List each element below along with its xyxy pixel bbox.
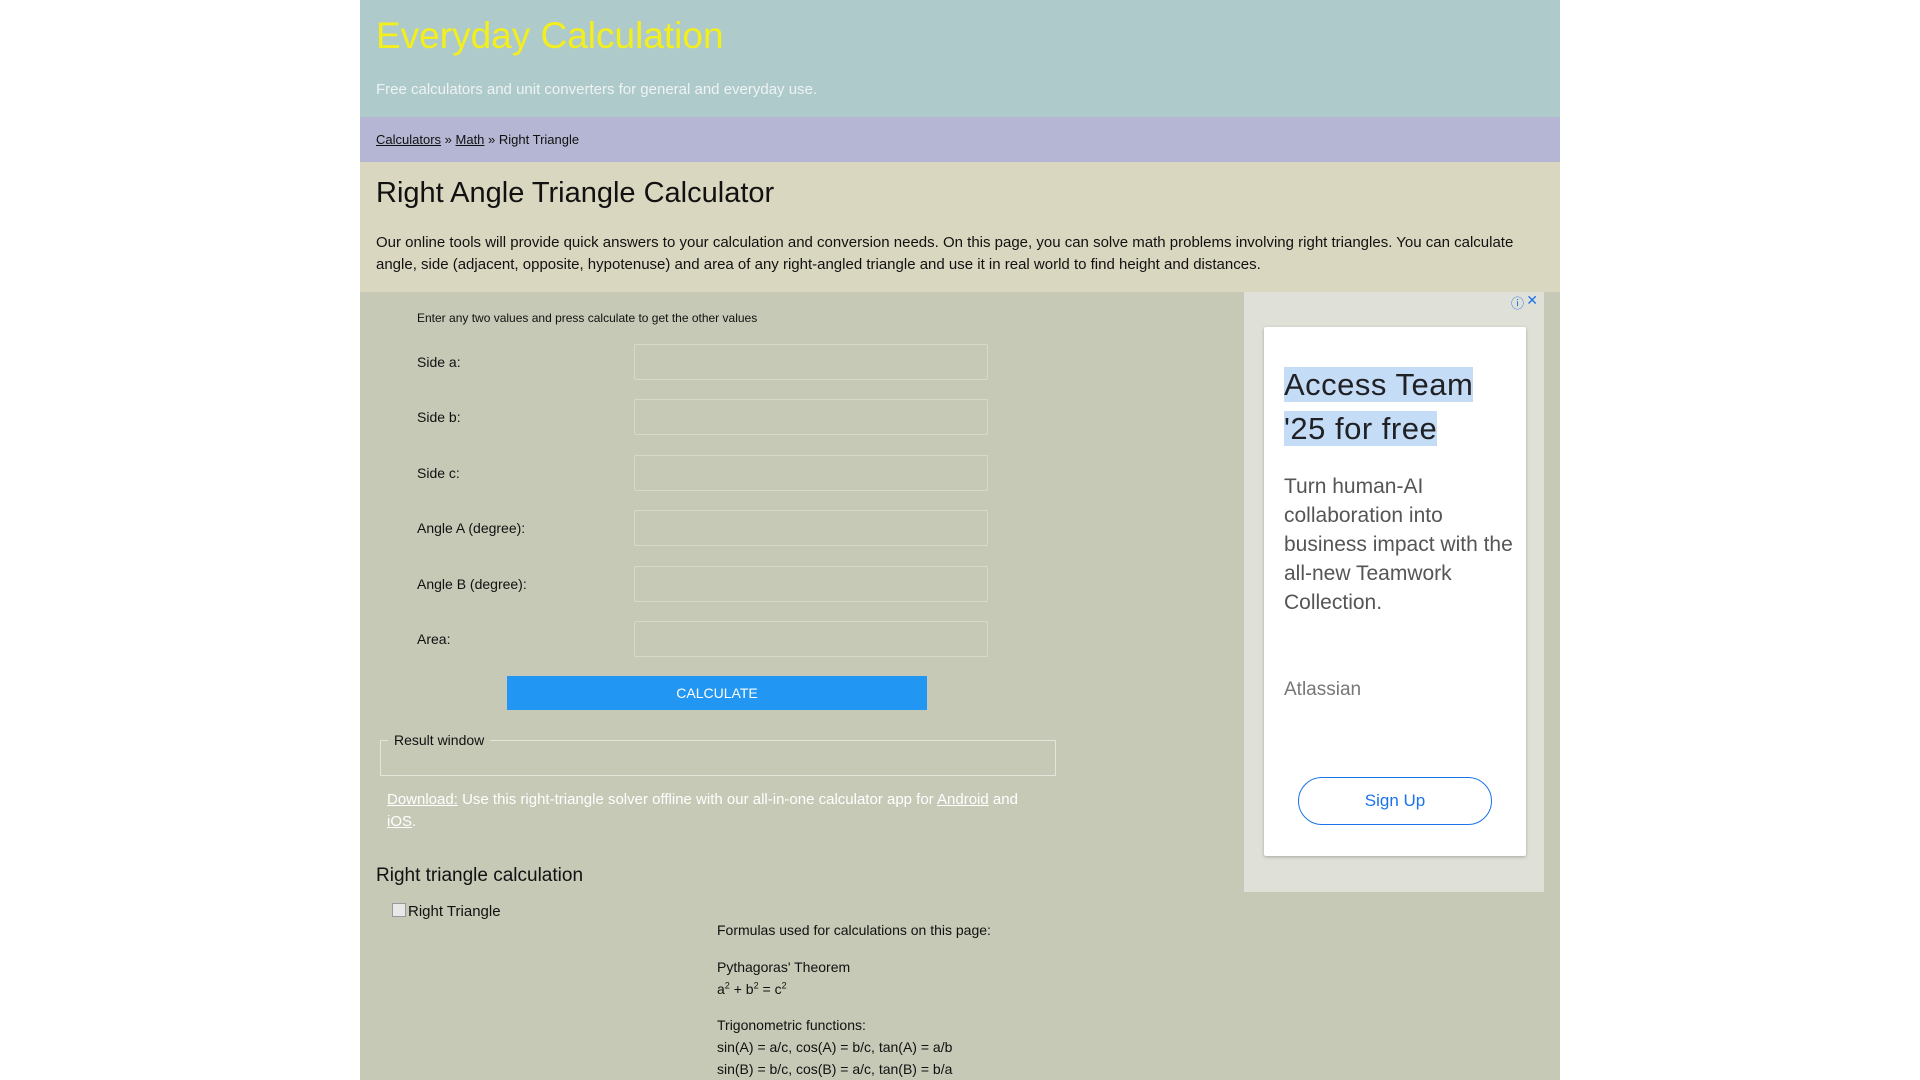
ad-card[interactable]: Access Team '25 for free Turn human-AI c… [1264, 327, 1526, 856]
angle-a-label: Angle A (degree): [417, 520, 526, 536]
site-tagline: Free calculators and unit converters for… [376, 81, 818, 98]
ad-close-icon[interactable]: ✕ [1526, 292, 1538, 309]
pythagoras-title: Pythagoras' Theorem [717, 959, 851, 975]
ad-advertiser: Atlassian [1284, 679, 1362, 700]
download-text: Use this right-triangle solver offline w… [462, 791, 934, 808]
ad-signup-button[interactable]: Sign Up [1298, 777, 1492, 825]
side-a-input[interactable] [634, 344, 988, 380]
side-b-label: Side b: [417, 409, 461, 425]
page-title: Right Angle Triangle Calculator [376, 177, 775, 209]
calculate-button[interactable]: CALCULATE [507, 676, 927, 710]
result-window-legend: Result window [388, 732, 491, 748]
intro-section: Right Angle Triangle Calculator Our onli… [360, 162, 1560, 292]
side-a-label: Side a: [417, 354, 461, 370]
angle-b-label: Angle B (degree): [417, 576, 527, 592]
trig-title: Trigonometric functions: [717, 1017, 866, 1033]
trig-formula-b: sin(B) = b/c, cos(B) = a/c, tan(B) = b/a [717, 1061, 953, 1077]
trig-formula-a: sin(A) = a/c, cos(A) = b/c, tan(A) = a/b [717, 1039, 953, 1055]
right-triangle-image: Right Triangle [392, 903, 501, 920]
area-label: Area: [417, 631, 451, 647]
download-link[interactable]: Download: [387, 791, 458, 808]
ios-link[interactable]: iOS [387, 813, 412, 830]
breadcrumb-separator: » [488, 132, 496, 147]
angle-b-input[interactable] [634, 566, 988, 602]
area-input[interactable] [634, 621, 988, 657]
advertisement: ⓘ ✕ Access Team '25 for free Turn human-… [1244, 292, 1544, 892]
ad-info-icon[interactable]: ⓘ [1511, 293, 1524, 312]
site-header: Everyday Calculation Free calculators an… [360, 0, 1560, 117]
pythagoras-formula: a2 + b2 = c2 [717, 980, 787, 997]
formulas-intro: Formulas used for calculations on this p… [717, 922, 991, 938]
side-b-input[interactable] [634, 399, 988, 435]
breadcrumb-current: Right Triangle [498, 132, 580, 147]
site-title[interactable]: Everyday Calculation [376, 15, 724, 57]
breadcrumb-bar: Calculators » Math » Right Triangle [360, 117, 1560, 162]
side-c-input[interactable] [634, 455, 988, 491]
side-c-label: Side c: [417, 465, 460, 481]
intro-text: Our online tools will provide quick answ… [376, 234, 1514, 273]
breadcrumb: Calculators » Math » Right Triangle [376, 132, 579, 147]
ad-body: Turn human-AI collaboration into busines… [1284, 475, 1513, 614]
download-end-text: . [412, 813, 417, 830]
breadcrumb-link-math[interactable]: Math [456, 132, 485, 147]
image-alt-text: Right Triangle [408, 903, 501, 920]
breadcrumb-link-calculators[interactable]: Calculators [376, 132, 441, 147]
formulas-section: Formulas used for calculations on this p… [717, 919, 991, 1080]
broken-image-icon [392, 903, 406, 917]
android-link[interactable]: Android [937, 791, 989, 808]
download-and-text: and [992, 791, 1018, 808]
angle-a-input[interactable] [634, 510, 988, 546]
page-container: Everyday Calculation Free calculators an… [360, 0, 1560, 1080]
calculator-instruction: Enter any two values and press calculate… [417, 311, 758, 325]
section-heading: Right triangle calculation [376, 865, 584, 886]
breadcrumb-separator: » [444, 132, 452, 147]
ad-headline[interactable]: Access Team '25 for free [1284, 363, 1514, 451]
download-note: Download: Use this right-triangle solver… [387, 789, 1047, 833]
